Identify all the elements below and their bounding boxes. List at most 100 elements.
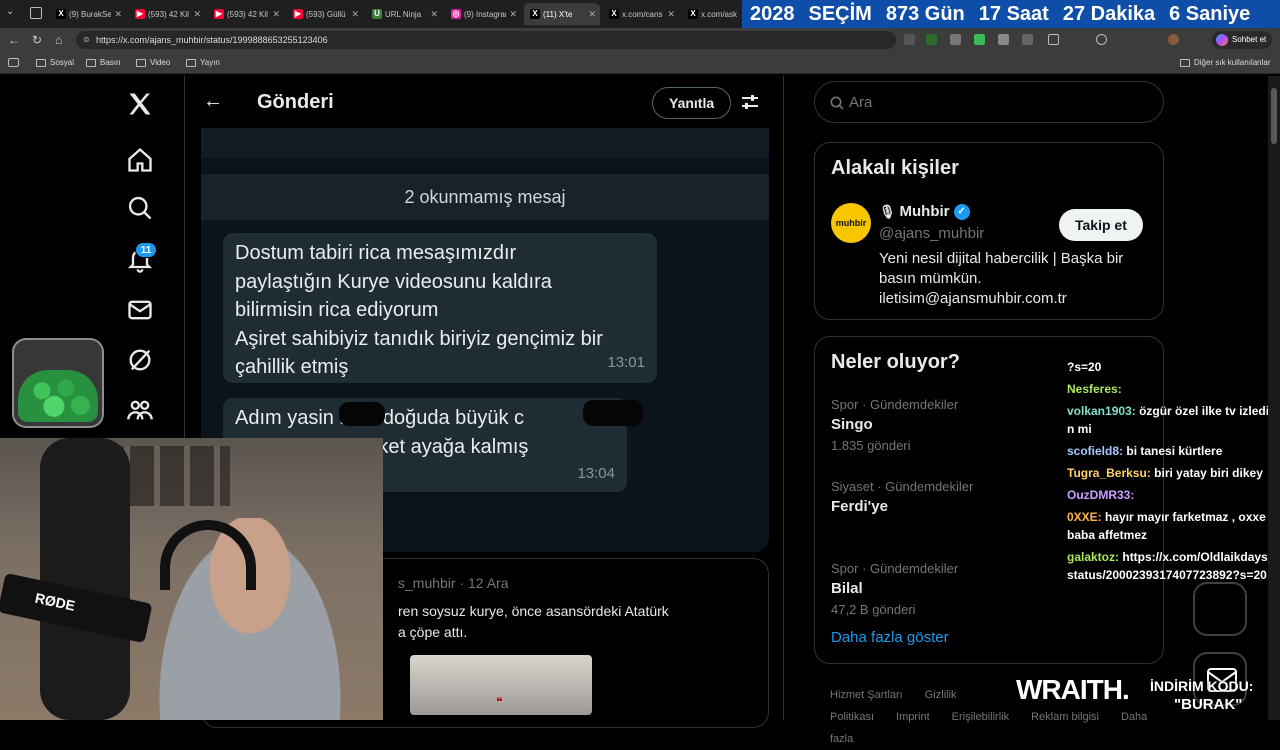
profile-handle[interactable]: @ajans_muhbir	[879, 225, 984, 242]
folder-icon	[186, 58, 196, 67]
extension-icon[interactable]	[926, 34, 937, 45]
close-icon[interactable]: ✕	[588, 9, 596, 20]
browser-tab[interactable]: Xx.com/cans ✕	[603, 3, 679, 25]
bookmark-label: Video	[150, 58, 171, 67]
workspaces-icon[interactable]	[30, 7, 42, 19]
communities-icon[interactable]	[126, 396, 154, 424]
folder-icon	[86, 58, 96, 67]
message-line: bilirmisin rica ediyorum	[235, 299, 439, 321]
settings-sliders-icon[interactable]	[740, 92, 760, 112]
scrollbar-thumb[interactable]	[1271, 88, 1277, 144]
profile-name-row[interactable]: 🎙 Muhbir ✓	[879, 203, 970, 220]
browser-tab[interactable]: ▶ (593) 42 Kil ✕	[208, 3, 284, 25]
close-icon[interactable]: ✕	[351, 9, 359, 20]
bio-line: iletisim@ajansmuhbir.com.tr	[879, 290, 1067, 307]
back-icon[interactable]: ←	[8, 33, 20, 47]
close-icon[interactable]: ✕	[193, 9, 201, 20]
grok-icon[interactable]	[126, 346, 154, 374]
stream-chat-message: OuzDMR33:	[1067, 486, 1273, 504]
close-icon[interactable]: ✕	[667, 9, 675, 20]
copilot-chat-button[interactable]: Sohbet et	[1212, 31, 1273, 49]
countdown-seconds: 6 Saniye	[1169, 2, 1251, 25]
browser-tab[interactable]: ▶ (593) 42 Kil ✕	[129, 3, 205, 25]
countdown-hours: 17 Saat	[978, 2, 1049, 25]
mail-icon[interactable]	[126, 296, 154, 324]
trend-item[interactable]: Spor · Gündemdekiler Bilal 47,2 B gönderi	[831, 561, 958, 617]
promo-label: İNDİRİM KODU:	[1150, 678, 1254, 694]
extension-icon[interactable]	[1022, 34, 1033, 45]
mic-brand-label: RØDE	[33, 589, 77, 614]
close-icon[interactable]: ✕	[509, 9, 517, 20]
split-screen-icon[interactable]	[1048, 34, 1059, 45]
follow-label: Takip et	[1075, 217, 1127, 233]
unread-label: 2 okunmamış mesaj	[404, 187, 566, 207]
quote-mark-icon: ❝	[496, 695, 503, 709]
footer-link[interactable]: Erişilebilirlik	[952, 711, 1009, 723]
trend-category: Siyaset · Gündemdekiler	[831, 479, 974, 494]
extension-icon[interactable]	[950, 34, 961, 45]
folder-icon	[1180, 58, 1190, 67]
stream-chat-message: Tugra_Berksu: biri yatay biri dikey	[1067, 464, 1273, 482]
bookmark-folder[interactable]: Basın	[86, 58, 120, 67]
tab-title: (11) X'te	[543, 9, 573, 19]
back-arrow-icon[interactable]: ←	[203, 90, 223, 113]
reply-button[interactable]: Yanıtla	[652, 87, 732, 119]
search-icon	[830, 96, 844, 110]
browser-tab[interactable]: X (9) BurakSe ✕	[50, 3, 126, 25]
chat-username: scofield8:	[1067, 444, 1124, 458]
site-info-icon[interactable]: ⊜	[83, 31, 90, 49]
quoted-post-thumbnail: ❝	[410, 655, 592, 715]
url-input[interactable]: ⊜ https://x.com/ajans_muhbir/status/1999…	[76, 31, 896, 49]
chat-username: Tugra_Berksu:	[1067, 466, 1151, 480]
profile-avatar[interactable]	[1168, 34, 1179, 45]
close-icon[interactable]: ✕	[430, 9, 438, 20]
close-icon[interactable]: ✕	[114, 9, 122, 20]
extension-icon[interactable]	[904, 34, 915, 45]
right-sidebar: Ara Alakalı kişiler muhbir 🎙 Muhbir ✓ @a…	[785, 76, 1280, 745]
page-scrollbar[interactable]	[1268, 76, 1280, 720]
footer-link[interactable]: Imprint	[896, 711, 930, 723]
reload-icon[interactable]: ↻	[32, 33, 42, 47]
reply-button-label: Yanıtla	[669, 95, 715, 111]
redaction-mark	[583, 400, 643, 426]
url-text: https://x.com/ajans_muhbir/status/199988…	[96, 35, 328, 45]
browser-tab[interactable]: U URL Ninja ✕	[366, 3, 442, 25]
quoted-post-text: ren soysuz kurye, önce asansördeki Atatü…	[398, 601, 669, 643]
unread-divider: 2 okunmamış mesaj	[201, 174, 769, 220]
avatar[interactable]: muhbir	[831, 203, 871, 243]
footer-link[interactable]: Hizmet Şartları	[830, 689, 903, 701]
bookmark-folder[interactable]: Video	[136, 58, 170, 67]
home-browser-icon[interactable]: ⌂	[55, 33, 62, 47]
other-bookmarks-label: Diğer sık kullanılanlar	[1194, 58, 1271, 67]
search-icon[interactable]	[126, 194, 154, 222]
home-icon[interactable]	[126, 146, 154, 174]
reading-list-icon[interactable]	[8, 58, 19, 67]
bookmark-folder[interactable]: Yayın	[186, 58, 220, 67]
browser-tab[interactable]: ◎(9) Instagram✕	[445, 3, 521, 25]
follow-button[interactable]: Takip et	[1059, 209, 1143, 241]
extension-icon[interactable]	[974, 34, 985, 45]
trend-item[interactable]: Siyaset · Gündemdekiler Ferdi'ye	[831, 479, 973, 520]
folder-icon	[36, 58, 46, 67]
extension-icon[interactable]	[998, 34, 1009, 45]
favorites-icon[interactable]	[1096, 34, 1107, 45]
browser-tab[interactable]: X (11) X'te ✕	[524, 3, 600, 25]
show-more-link[interactable]: Daha fazla göster	[831, 629, 949, 646]
other-bookmarks[interactable]: Diğer sık kullanılanlar	[1180, 58, 1270, 67]
search-box[interactable]: Ara	[814, 81, 1164, 123]
x-logo-icon[interactable]	[126, 90, 154, 118]
message-line: paylaştığın Kurye videosunu kaldıra	[235, 270, 552, 293]
countdown-days: 873 Gün	[885, 2, 965, 25]
tab-title: (593) 42 Kil	[148, 9, 189, 19]
close-icon[interactable]: ✕	[272, 9, 280, 20]
folder-icon	[136, 58, 146, 67]
trend-title: Ferdi'ye	[831, 498, 888, 515]
page-title: Gönderi	[257, 91, 334, 113]
tab-title: (593) Güllü	[306, 9, 346, 19]
trend-item[interactable]: Spor · Gündemdekiler Singo 1.835 gönderi	[831, 397, 958, 453]
tab-actions-icon[interactable]: ⌄	[6, 6, 20, 20]
tab-favicon-icon: ▶	[214, 9, 224, 19]
browser-tab[interactable]: ▶ (593) Güllü ✕	[287, 3, 363, 25]
bookmark-folder[interactable]: Sosyal	[36, 58, 74, 67]
tab-favicon-icon: X	[56, 9, 66, 19]
